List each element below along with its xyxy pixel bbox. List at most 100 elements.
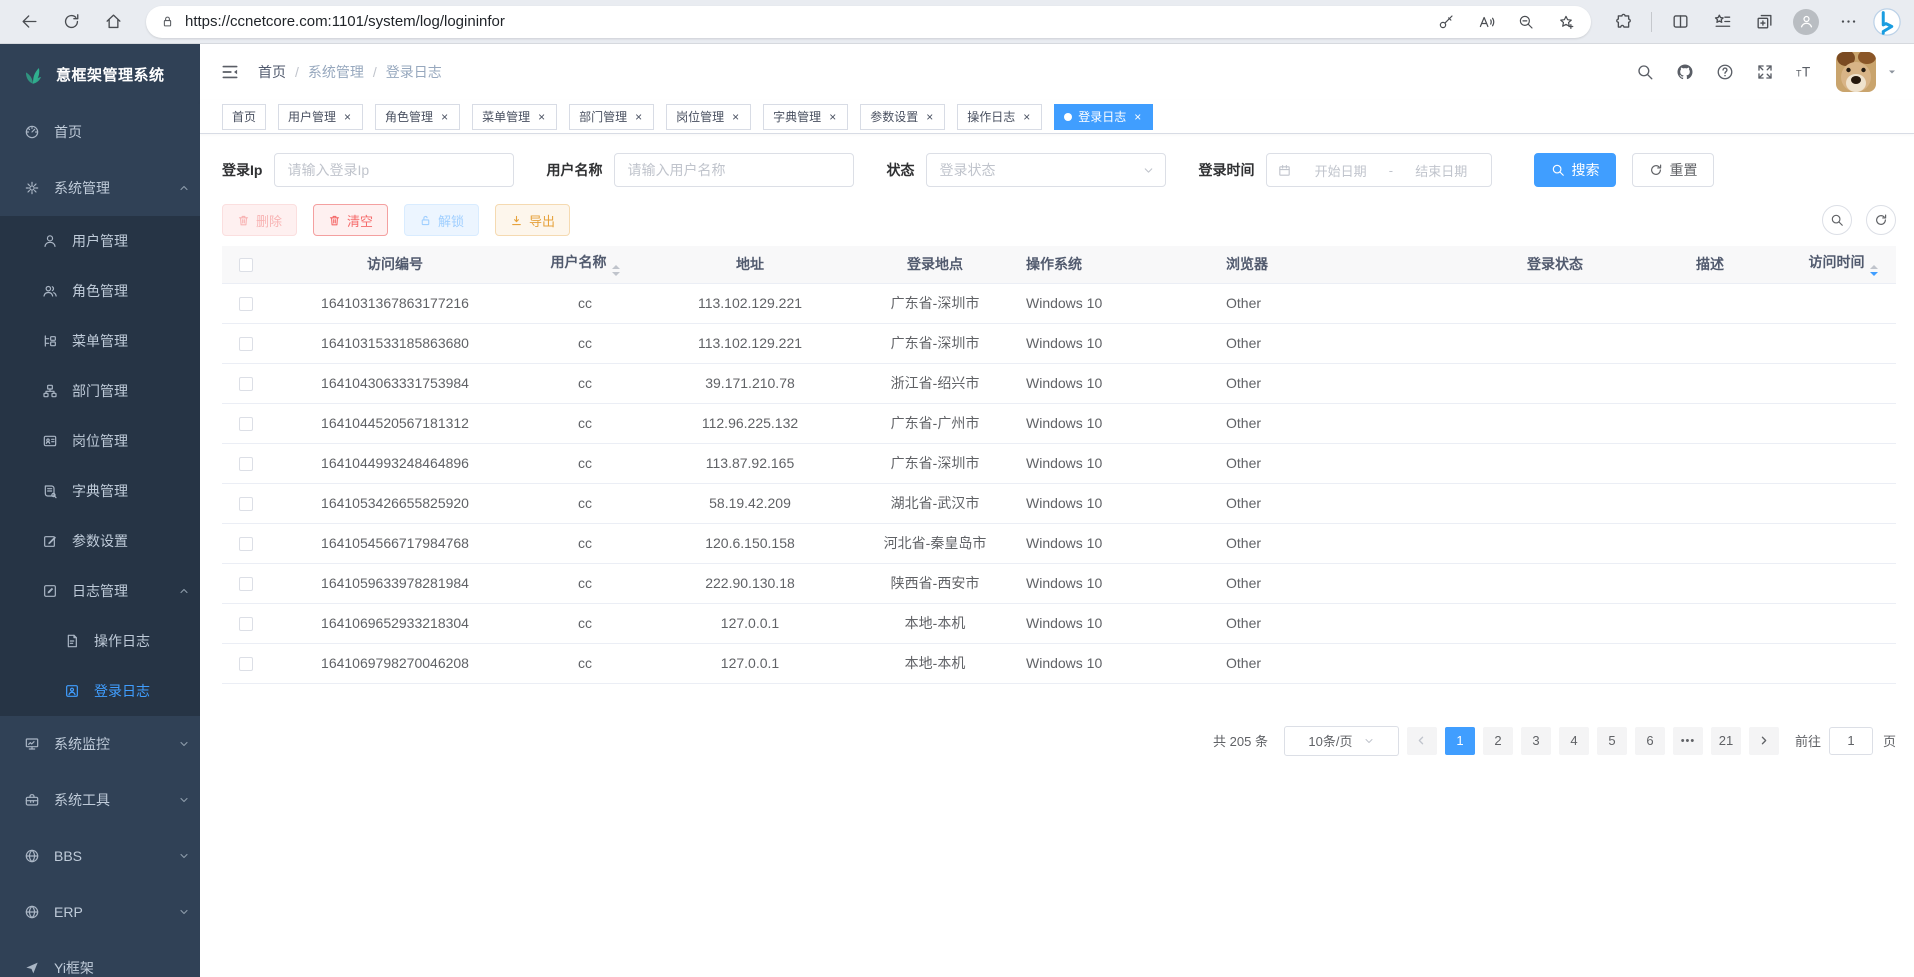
tab-param[interactable]: 参数设置× (860, 104, 945, 130)
page-button-2[interactable]: 2 (1483, 727, 1513, 755)
github-button[interactable] (1676, 63, 1694, 81)
ip-input[interactable] (274, 153, 514, 187)
tab-close-icon[interactable]: × (536, 110, 547, 124)
export-button[interactable]: 导出 (495, 204, 570, 236)
sidebar-item-bbs[interactable]: BBS (0, 828, 200, 884)
refresh-table-button[interactable] (1866, 205, 1896, 235)
row-checkbox[interactable] (239, 297, 253, 311)
tab-post[interactable]: 岗位管理× (666, 104, 751, 130)
sidebar-item-menu-mgmt[interactable]: 菜单管理 (0, 316, 200, 366)
tab-close-icon[interactable]: × (439, 110, 450, 124)
row-checkbox[interactable] (239, 617, 253, 631)
sidebar-item-user-mgmt[interactable]: 用户管理 (0, 216, 200, 266)
delete-button[interactable]: 删除 (222, 204, 297, 236)
tab-close-icon[interactable]: × (730, 110, 741, 124)
reset-button[interactable]: 重置 (1632, 153, 1714, 187)
page-button-1[interactable]: 1 (1445, 727, 1475, 755)
page-button-3[interactable]: 3 (1521, 727, 1551, 755)
sidebar-item-erp[interactable]: ERP (0, 884, 200, 940)
help-button[interactable] (1716, 63, 1734, 81)
tab-oplog[interactable]: 操作日志× (957, 104, 1042, 130)
sort-control[interactable] (612, 265, 620, 276)
font-size-button[interactable]: TT (1796, 63, 1814, 81)
row-checkbox[interactable] (239, 337, 253, 351)
back-button[interactable] (10, 5, 48, 39)
date-range-picker[interactable]: 开始日期 - 结束日期 (1266, 153, 1492, 187)
extensions-button[interactable] (1605, 5, 1641, 39)
search-button[interactable]: 搜索 (1534, 153, 1616, 187)
app-logo[interactable]: 意框架管理系统 (0, 44, 200, 104)
password-button[interactable] (1431, 8, 1461, 36)
tab-close-icon[interactable]: × (1021, 110, 1032, 124)
tab-user[interactable]: 用户管理× (278, 104, 363, 130)
page-button-6[interactable]: 6 (1635, 727, 1665, 755)
unlock-button[interactable]: 解锁 (404, 204, 479, 236)
row-checkbox[interactable] (239, 497, 253, 511)
zoom-out-button[interactable] (1511, 8, 1541, 36)
browser-menu-button[interactable] (1830, 5, 1866, 39)
sidebar-item-login-log[interactable]: 登录日志 (0, 666, 200, 716)
home-button[interactable] (94, 5, 132, 39)
sidebar-item-sys-monitor[interactable]: 系统监控 (0, 716, 200, 772)
fullscreen-button[interactable] (1756, 63, 1774, 81)
select-all-checkbox[interactable] (239, 258, 253, 272)
split-screen-button[interactable] (1662, 5, 1698, 39)
refresh-button[interactable] (52, 5, 90, 39)
favorites-button[interactable] (1704, 5, 1740, 39)
status-select[interactable]: 登录状态 (926, 153, 1166, 187)
browser-profile-button[interactable] (1788, 5, 1824, 39)
tab-menu[interactable]: 菜单管理× (472, 104, 557, 130)
sidebar-item-yi-frame[interactable]: Yi框架 (0, 940, 200, 977)
read-aloud-button[interactable] (1471, 8, 1501, 36)
breadcrumb-home[interactable]: 首页 (258, 62, 286, 82)
sidebar-item-home[interactable]: 首页 (0, 104, 200, 160)
clear-button[interactable]: 清空 (313, 204, 388, 236)
user-avatar[interactable] (1836, 52, 1876, 92)
page-size-select[interactable]: 10条/页 (1284, 726, 1399, 756)
address-bar[interactable]: https://ccnetcore.com:1101/system/log/lo… (146, 6, 1591, 38)
more-pages-button[interactable]: ••• (1673, 727, 1703, 755)
sidebar-item-dept-mgmt[interactable]: 部门管理 (0, 366, 200, 416)
tab-dict[interactable]: 字典管理× (763, 104, 848, 130)
next-page-button[interactable] (1749, 727, 1779, 755)
sidebar-item-log-mgmt[interactable]: 日志管理 (0, 566, 200, 616)
tab-close-icon[interactable]: × (342, 110, 353, 124)
sidebar-item-system-mgmt[interactable]: 系统管理 (0, 160, 200, 216)
add-favorite-button[interactable] (1551, 8, 1581, 36)
page-button-21[interactable]: 21 (1711, 727, 1741, 755)
avatar-caret-icon[interactable] (1886, 66, 1898, 78)
tab-role[interactable]: 角色管理× (375, 104, 460, 130)
username-input[interactable] (614, 153, 854, 187)
row-checkbox[interactable] (239, 657, 253, 671)
sidebar-item-op-log[interactable]: 操作日志 (0, 616, 200, 666)
collections-button[interactable] (1746, 5, 1782, 39)
show-search-toggle-button[interactable] (1822, 205, 1852, 235)
sidebar-item-role-mgmt[interactable]: 角色管理 (0, 266, 200, 316)
collapse-sidebar-button[interactable] (214, 56, 246, 88)
goto-page-input[interactable] (1829, 727, 1873, 755)
sort-control[interactable] (1870, 265, 1878, 276)
row-checkbox[interactable] (239, 457, 253, 471)
tab-loginlog[interactable]: 登录日志× (1054, 104, 1153, 130)
page-button-5[interactable]: 5 (1597, 727, 1627, 755)
breadcrumb-system[interactable]: 系统管理 (308, 62, 364, 82)
tab-close-icon[interactable]: × (1132, 110, 1143, 124)
sidebar-item-sys-tools[interactable]: 系统工具 (0, 772, 200, 828)
row-checkbox[interactable] (239, 417, 253, 431)
sidebar-item-post-mgmt[interactable]: 岗位管理 (0, 416, 200, 466)
sidebar-item-dict-mgmt[interactable]: 字典管理 (0, 466, 200, 516)
url-text[interactable]: https://ccnetcore.com:1101/system/log/lo… (185, 13, 1431, 30)
tab-close-icon[interactable]: × (827, 110, 838, 124)
bing-chat-button[interactable] (1872, 7, 1902, 37)
sidebar-item-param-settings[interactable]: 参数设置 (0, 516, 200, 566)
prev-page-button[interactable] (1407, 727, 1437, 755)
tab-home[interactable]: 首页 (222, 104, 266, 130)
row-checkbox[interactable] (239, 537, 253, 551)
tab-close-icon[interactable]: × (924, 110, 935, 124)
header-search-button[interactable] (1636, 63, 1654, 81)
row-checkbox[interactable] (239, 577, 253, 591)
page-button-4[interactable]: 4 (1559, 727, 1589, 755)
tab-dept[interactable]: 部门管理× (569, 104, 654, 130)
tab-close-icon[interactable]: × (633, 110, 644, 124)
row-checkbox[interactable] (239, 377, 253, 391)
